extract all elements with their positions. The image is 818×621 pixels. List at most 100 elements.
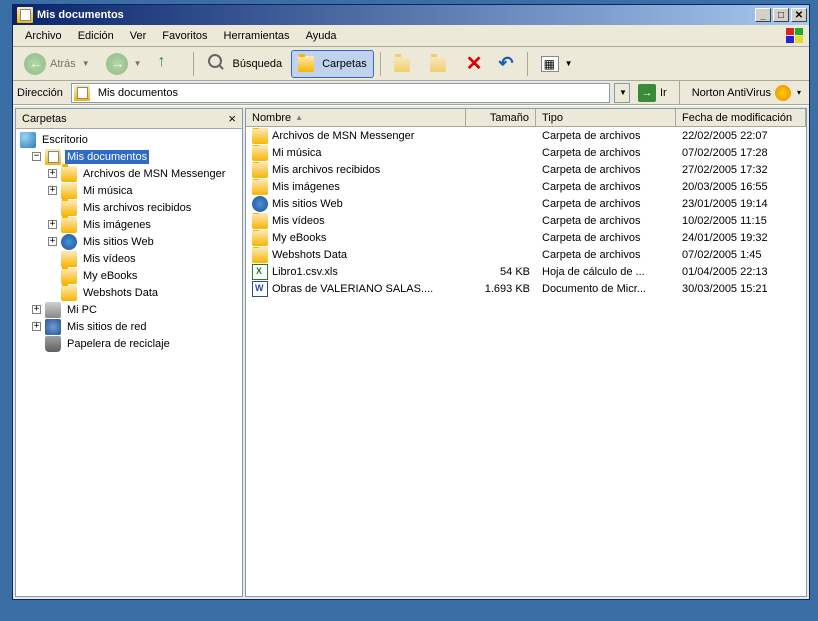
address-dropdown[interactable]: ▼ [614, 83, 630, 103]
norton-antivirus[interactable]: Norton AntiVirus ▾ [688, 85, 805, 101]
tree-node-music[interactable]: + Mi música [18, 182, 240, 199]
expand-button[interactable]: + [48, 220, 57, 229]
folders-icon [298, 56, 314, 72]
tree-node-webshots[interactable]: Webshots Data [18, 284, 240, 301]
file-row[interactable]: Mis imágenesCarpeta de archivos20/03/200… [246, 178, 806, 195]
video-folder-icon [61, 251, 77, 267]
tree-node-network[interactable]: + Mis sitios de red [18, 318, 240, 335]
file-date: 10/02/2005 11:15 [676, 215, 806, 227]
web-icon [252, 196, 268, 212]
folder-tree-panel: Carpetas × Escritorio − Mis documentos +… [15, 108, 243, 597]
folder-icon [61, 200, 77, 216]
close-tree-button[interactable]: × [228, 111, 236, 126]
menu-ayuda[interactable]: Ayuda [298, 28, 345, 44]
file-name: Webshots Data [272, 249, 347, 261]
expand-button[interactable]: + [48, 237, 57, 246]
file-date: 24/01/2005 19:32 [676, 232, 806, 244]
address-field[interactable]: Mis documentos [71, 83, 610, 103]
tree-node-recycle[interactable]: Papelera de reciclaje [18, 335, 240, 352]
file-row[interactable]: Webshots DataCarpeta de archivos07/02/20… [246, 246, 806, 263]
maximize-button[interactable]: □ [773, 8, 789, 22]
chevron-down-icon: ▼ [82, 59, 90, 68]
computer-icon [45, 302, 61, 318]
file-type: Carpeta de archivos [536, 249, 676, 261]
menu-archivo[interactable]: Archivo [17, 28, 70, 44]
toolbar: Atrás ▼ ▼ Búsqueda Carpetas ✕ ↶ ▼ [13, 47, 809, 81]
file-date: 01/04/2005 22:13 [676, 266, 806, 278]
address-icon [74, 85, 90, 101]
file-row[interactable]: Obras de VALERIANO SALAS....1.693 KBDocu… [246, 280, 806, 297]
expand-button[interactable]: + [32, 322, 41, 331]
tree-node-mypc[interactable]: + Mi PC [18, 301, 240, 318]
file-list[interactable]: Archivos de MSN MessengerCarpeta de arch… [246, 127, 806, 596]
separator [679, 81, 680, 105]
file-name: Libro1.csv.xls [272, 266, 338, 278]
file-type: Hoja de cálculo de ... [536, 266, 676, 278]
col-header-size[interactable]: Tamaño [466, 109, 536, 126]
search-button[interactable]: Búsqueda [200, 50, 290, 78]
expand-button[interactable]: + [48, 169, 57, 178]
menu-ver[interactable]: Ver [122, 28, 155, 44]
titlebar[interactable]: Mis documentos _ □ ✕ [13, 5, 809, 25]
move-to-button[interactable] [387, 50, 421, 78]
folder-icon [252, 128, 268, 144]
tree-node-ebooks[interactable]: My eBooks [18, 267, 240, 284]
tree-node-mydocs[interactable]: − Mis documentos [18, 148, 240, 165]
content-area: Carpetas × Escritorio − Mis documentos +… [13, 105, 809, 599]
col-header-type[interactable]: Tipo [536, 109, 676, 126]
excel-icon [252, 264, 268, 280]
views-button[interactable]: ▼ [534, 50, 580, 78]
forward-button[interactable]: ▼ [99, 50, 149, 78]
file-name: Mis sitios Web [272, 198, 343, 210]
collapse-button[interactable]: − [32, 152, 41, 161]
file-row[interactable]: Libro1.csv.xls54 KBHoja de cálculo de ..… [246, 263, 806, 280]
file-row[interactable]: Archivos de MSN MessengerCarpeta de arch… [246, 127, 806, 144]
copy-to-button[interactable] [423, 50, 457, 78]
column-headers: Nombre ▲ Tamaño Tipo Fecha de modificaci… [246, 109, 806, 127]
minimize-button[interactable]: _ [755, 8, 771, 22]
menu-favoritos[interactable]: Favoritos [154, 28, 215, 44]
close-button[interactable]: ✕ [791, 8, 807, 22]
file-row[interactable]: Mis sitios WebCarpeta de archivos23/01/2… [246, 195, 806, 212]
folder-icon [61, 166, 77, 182]
tree-node-desktop[interactable]: Escritorio [18, 131, 240, 148]
folder-icon [252, 247, 268, 263]
tree-node-received[interactable]: Mis archivos recibidos [18, 199, 240, 216]
file-date: 07/02/2005 17:28 [676, 147, 806, 159]
menubar: Archivo Edición Ver Favoritos Herramient… [13, 25, 809, 47]
col-header-date[interactable]: Fecha de modificación [676, 109, 806, 126]
menu-edicion[interactable]: Edición [70, 28, 122, 44]
file-name: Mis imágenes [272, 181, 340, 193]
file-type: Carpeta de archivos [536, 232, 676, 244]
up-button[interactable] [151, 50, 187, 78]
col-header-name[interactable]: Nombre ▲ [246, 109, 466, 126]
delete-button[interactable]: ✕ [459, 50, 490, 78]
file-row[interactable]: My eBooks Carpeta de archivos24/01/2005 1… [246, 229, 806, 246]
menu-herramientas[interactable]: Herramientas [216, 28, 298, 44]
folders-button[interactable]: Carpetas [291, 50, 374, 78]
chevron-down-icon: ▼ [565, 59, 573, 68]
folder-icon [252, 230, 268, 246]
undo-button[interactable]: ↶ [491, 50, 520, 78]
expand-button[interactable]: + [48, 186, 57, 195]
back-button[interactable]: Atrás ▼ [17, 50, 97, 78]
tree-node-websites[interactable]: + Mis sitios Web [18, 233, 240, 250]
delete-icon: ✕ [466, 51, 483, 76]
folder-icon [61, 268, 77, 284]
file-row[interactable]: Mis archivos recibidos Carpeta de archivo… [246, 161, 806, 178]
music-folder-icon [61, 183, 77, 199]
file-name: My eBooks [272, 232, 326, 244]
file-name: Mis archivos recibidos [272, 164, 380, 176]
tree-node-images[interactable]: + Mis imágenes [18, 216, 240, 233]
file-row[interactable]: Mi músicaCarpeta de archivos07/02/2005 1… [246, 144, 806, 161]
file-row[interactable]: Mis vídeosCarpeta de archivos10/02/2005 … [246, 212, 806, 229]
folder-icon [61, 285, 77, 301]
go-button[interactable]: → Ir [634, 83, 671, 103]
folder-tree[interactable]: Escritorio − Mis documentos + Archivos d… [16, 129, 242, 596]
expand-button[interactable]: + [32, 305, 41, 314]
tree-node-msn[interactable]: + Archivos de MSN Messenger [18, 165, 240, 182]
file-type: Carpeta de archivos [536, 164, 676, 176]
tree-node-videos[interactable]: Mis vídeos [18, 250, 240, 267]
views-icon [541, 56, 559, 72]
separator [527, 52, 528, 76]
